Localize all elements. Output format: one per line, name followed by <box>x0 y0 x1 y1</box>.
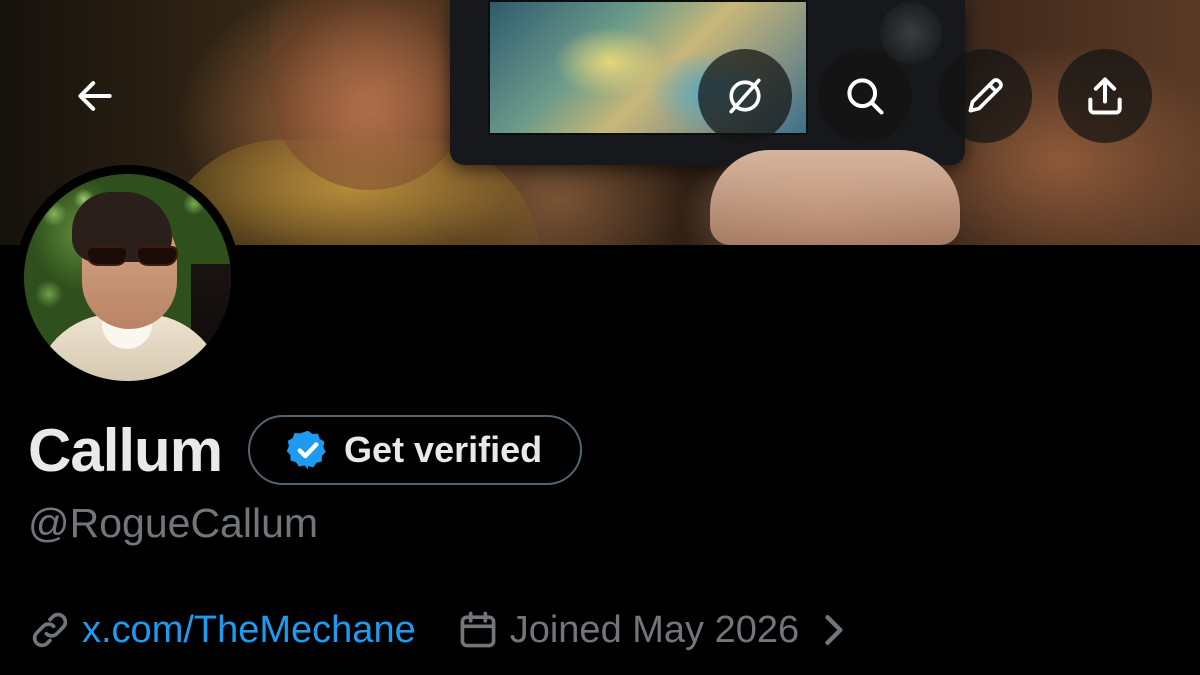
banner-photo-hand <box>710 150 960 245</box>
grok-button[interactable] <box>698 49 792 143</box>
back-button[interactable] <box>48 49 142 143</box>
user-handle: @RogueCallum <box>28 500 319 546</box>
grok-icon <box>729 78 761 114</box>
pencil-icon <box>968 78 1003 113</box>
arrow-left-icon <box>78 81 112 111</box>
link-icon <box>28 608 72 652</box>
get-verified-button[interactable]: Get verified <box>248 415 583 485</box>
display-name: Callum <box>28 416 223 484</box>
avatar-photo <box>24 174 231 381</box>
search-icon <box>847 78 884 115</box>
chevron-right-icon[interactable] <box>811 608 855 652</box>
banner-photo-camera-dial <box>880 2 942 64</box>
share-button[interactable] <box>1058 49 1152 143</box>
calendar-icon <box>456 608 500 652</box>
profile-page: Callum Get verified @RogueCallum x.com/T… <box>0 0 1200 675</box>
share-icon <box>1088 77 1122 115</box>
avatar-photo-sunglasses <box>86 246 178 268</box>
avatar[interactable] <box>15 165 240 390</box>
joined-date[interactable]: Joined May 2026 <box>510 609 799 652</box>
profile-meta-row: x.com/TheMechane Joined May 2026 <box>28 602 855 658</box>
website-link[interactable]: x.com/TheMechane <box>82 609 416 652</box>
verified-badge-icon <box>286 428 330 472</box>
edit-button[interactable] <box>938 49 1032 143</box>
search-button[interactable] <box>818 49 912 143</box>
name-row: Callum Get verified <box>28 414 583 486</box>
get-verified-label: Get verified <box>344 429 543 470</box>
